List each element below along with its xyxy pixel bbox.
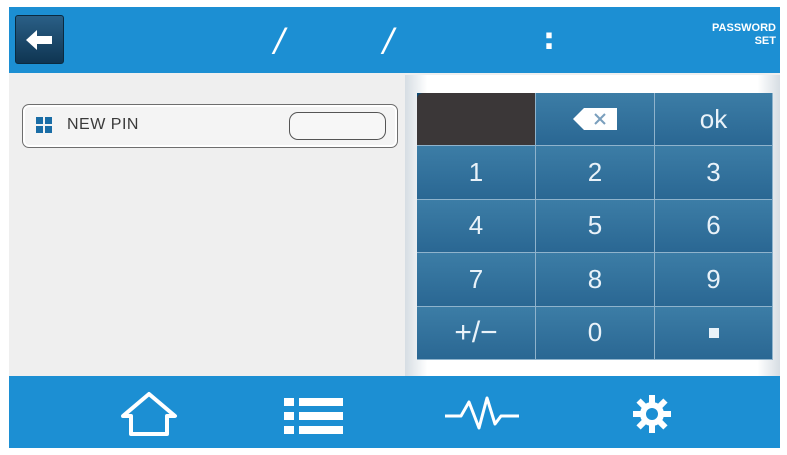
key-9[interactable]: 9	[655, 253, 773, 307]
key-3[interactable]: 3	[655, 146, 773, 200]
key-decimal[interactable]	[655, 306, 773, 360]
decimal-point-icon	[708, 327, 719, 338]
key-5[interactable]: 5	[536, 199, 655, 254]
screen-title: PASSWORD SET	[666, 22, 776, 48]
bottom-nav-bar	[9, 376, 780, 448]
key-8[interactable]: 8	[536, 253, 655, 307]
time-display: :	[543, 22, 555, 57]
home-icon[interactable]	[119, 390, 179, 438]
keypad-display	[417, 93, 536, 147]
new-pin-row: NEW PIN	[22, 104, 398, 148]
backspace-button[interactable]	[536, 93, 655, 147]
keypad-panel: ok 1 2 3 4 5 6 7 8 9 +/− 0	[405, 75, 780, 376]
new-pin-input[interactable]	[289, 112, 386, 140]
top-bar: / / : PASSWORD SET	[9, 7, 780, 73]
key-6[interactable]: 6	[655, 199, 773, 254]
key-2[interactable]: 2	[536, 146, 655, 200]
key-1[interactable]: 1	[417, 146, 536, 200]
content-area: NEW PIN ok 1 2 3 4 5 6 7 8 9 +/− 0	[9, 73, 780, 376]
screen-title-line1: PASSWORD	[712, 22, 776, 34]
new-pin-label: NEW PIN	[67, 116, 139, 133]
numeric-keypad: ok 1 2 3 4 5 6 7 8 9 +/− 0	[417, 93, 773, 360]
back-button[interactable]	[15, 15, 64, 64]
backspace-icon	[573, 108, 617, 131]
screen-title-line2: SET	[754, 35, 776, 47]
key-4[interactable]: 4	[417, 199, 536, 254]
grid-icon	[36, 117, 53, 134]
settings-gear-icon[interactable]	[632, 394, 672, 434]
back-arrow-icon	[26, 30, 52, 50]
menu-list-icon[interactable]	[284, 398, 344, 434]
ok-button[interactable]: ok	[655, 93, 773, 147]
key-0[interactable]: 0	[536, 306, 655, 360]
date-display: / /	[274, 21, 438, 59]
key-plus-minus[interactable]: +/−	[417, 306, 536, 360]
waveform-icon[interactable]	[443, 394, 523, 434]
device-screen: / / : PASSWORD SET NEW PIN ok 1 2 3 4 5 …	[9, 7, 780, 448]
key-7[interactable]: 7	[417, 253, 536, 307]
